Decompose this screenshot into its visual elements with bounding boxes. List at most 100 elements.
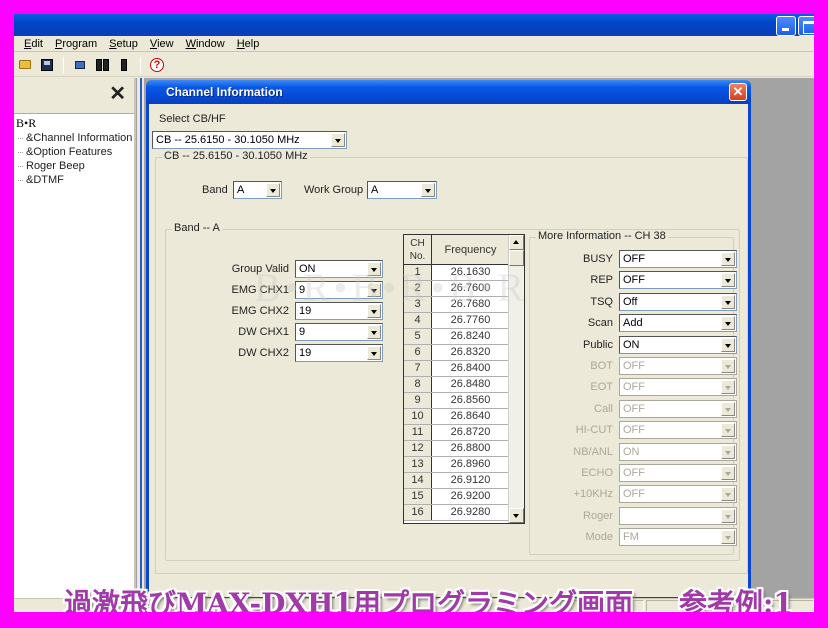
tree-root[interactable]: B•R: [14, 114, 134, 131]
more-info-dropdown-public[interactable]: ON: [619, 335, 737, 354]
frequency-cell[interactable]: 26.8480: [432, 377, 509, 392]
dialog-close-button[interactable]: ✕: [729, 83, 747, 101]
frequency-cell[interactable]: 26.8640: [432, 409, 509, 424]
more-info-label: +10KHz: [573, 488, 613, 501]
ch-no-cell: 7: [404, 361, 432, 376]
tree-item-label: &Channel Information: [26, 132, 133, 144]
tree-item[interactable]: &Option Features: [14, 145, 134, 159]
chevron-down-icon[interactable]: [367, 325, 381, 339]
select-cbhf-dropdown[interactable]: CB -- 25.6150 - 30.1050 MHz: [152, 131, 347, 149]
band-dropdown[interactable]: A: [233, 181, 282, 199]
chevron-down-icon[interactable]: [721, 273, 735, 288]
frequency-cell[interactable]: 26.8800: [432, 441, 509, 456]
chevron-down-icon[interactable]: [367, 304, 381, 318]
more-info-label: Call: [594, 402, 613, 415]
menu-help[interactable]: Help: [237, 38, 260, 50]
chevron-down-icon[interactable]: [266, 183, 280, 197]
band-field-dropdown[interactable]: 9: [295, 323, 383, 341]
table-row[interactable]: 11 26.8720: [404, 425, 509, 441]
table-row[interactable]: 13 26.8960: [404, 457, 509, 473]
menu-edit[interactable]: Edit: [24, 38, 43, 50]
table-row[interactable]: 5 26.8240: [404, 329, 509, 345]
frequency-cell[interactable]: 26.8240: [432, 329, 509, 344]
table-row[interactable]: 2 26.7600: [404, 281, 509, 297]
table-row[interactable]: 8 26.8480: [404, 377, 509, 393]
minimize-button[interactable]: [776, 16, 796, 36]
table-row[interactable]: 10 26.8640: [404, 409, 509, 425]
chevron-down-icon[interactable]: [421, 183, 435, 197]
col-header-ch-no[interactable]: CH No.: [404, 235, 432, 265]
frequency-cell[interactable]: 26.7600: [432, 281, 509, 296]
save-icon[interactable]: [39, 57, 55, 73]
table-row[interactable]: 14 26.9120: [404, 473, 509, 489]
chevron-down-icon[interactable]: [367, 262, 381, 276]
table-scrollbar[interactable]: [508, 235, 524, 523]
table-row[interactable]: 3 26.7680: [404, 297, 509, 313]
ch-no-cell: 16: [404, 505, 432, 520]
tree-item[interactable]: Roger Beep: [14, 159, 134, 173]
frequency-cell[interactable]: 26.9200: [432, 489, 509, 504]
band-field-dropdown[interactable]: 19: [295, 302, 383, 320]
frequency-cell[interactable]: 26.1630: [432, 265, 509, 280]
table-row[interactable]: 15 26.9200: [404, 489, 509, 505]
more-info-title: More Information -- CH 38: [536, 230, 668, 242]
open-folder-icon[interactable]: [17, 57, 33, 73]
frequency-cell[interactable]: 26.8560: [432, 393, 509, 408]
tree-item[interactable]: &DTMF: [14, 173, 134, 187]
maximize-button[interactable]: [798, 16, 814, 36]
frequency-cell[interactable]: 26.8400: [432, 361, 509, 376]
chevron-down-icon[interactable]: [367, 346, 381, 360]
close-icon[interactable]: ✕: [109, 84, 126, 104]
menu-window[interactable]: Window: [186, 38, 225, 50]
more-info-dropdown-tsq[interactable]: Off: [619, 292, 737, 311]
tree-item[interactable]: &Channel Information: [14, 131, 134, 145]
help-icon[interactable]: ?: [149, 57, 165, 73]
frequency-cell[interactable]: 26.7760: [432, 313, 509, 328]
frequency-cell[interactable]: 26.7680: [432, 297, 509, 312]
table-row[interactable]: 4 26.7760: [404, 313, 509, 329]
band-field-dropdown[interactable]: 9: [295, 281, 383, 299]
table-row[interactable]: 12 26.8800: [404, 441, 509, 457]
table-row[interactable]: 6 26.8320: [404, 345, 509, 361]
work-group-dropdown[interactable]: A: [367, 181, 437, 199]
frequency-cell[interactable]: 26.8960: [432, 457, 509, 472]
table-row[interactable]: 1 26.1630: [404, 265, 509, 281]
scroll-thumb[interactable]: [509, 250, 524, 266]
band-field-dropdown[interactable]: ON: [295, 260, 383, 278]
col-header-frequency[interactable]: Frequency: [432, 235, 509, 265]
chevron-down-icon[interactable]: [367, 283, 381, 297]
toolbar-separator: [140, 56, 141, 73]
chevron-down-icon: [721, 530, 735, 545]
more-info-dropdown-rep[interactable]: OFF: [619, 271, 737, 290]
scroll-up-icon[interactable]: [509, 235, 524, 250]
menu-program[interactable]: Program: [55, 38, 97, 50]
ch-no-cell: 2: [404, 281, 432, 296]
chevron-down-icon[interactable]: [331, 133, 345, 147]
frequency-cell[interactable]: 26.9120: [432, 473, 509, 488]
more-info-value: Off: [623, 295, 638, 308]
radio-clone-icon[interactable]: [94, 57, 110, 73]
chevron-down-icon[interactable]: [721, 294, 735, 309]
more-info-dropdown-scan[interactable]: Add: [619, 314, 737, 333]
more-info-value: OFF: [623, 381, 645, 394]
chevron-down-icon[interactable]: [721, 252, 735, 266]
chevron-down-icon[interactable]: [721, 316, 735, 331]
table-row[interactable]: 9 26.8560: [404, 393, 509, 409]
chevron-down-icon[interactable]: [721, 337, 735, 352]
menu-setup[interactable]: Setup: [109, 38, 138, 50]
frequency-cell[interactable]: 26.8320: [432, 345, 509, 360]
write-to-radio-icon[interactable]: [116, 57, 132, 73]
menu-view[interactable]: View: [150, 38, 174, 50]
frequency-cell[interactable]: 26.8720: [432, 425, 509, 440]
table-row[interactable]: 16 26.9280: [404, 505, 509, 521]
more-info-label: BUSY: [583, 253, 613, 265]
dialog-title-bar[interactable]: Channel Information ✕: [146, 80, 751, 104]
read-from-radio-icon[interactable]: [72, 57, 88, 73]
table-row[interactable]: 7 26.8400: [404, 361, 509, 377]
band-field-dropdown[interactable]: 19: [295, 344, 383, 362]
frequency-cell[interactable]: 26.9280: [432, 505, 509, 520]
pane-splitter[interactable]: [136, 78, 144, 612]
scroll-down-icon[interactable]: [509, 508, 524, 523]
more-info-dropdown-busy[interactable]: OFF: [619, 250, 737, 268]
more-info-dropdown-eot: OFF: [619, 378, 737, 397]
